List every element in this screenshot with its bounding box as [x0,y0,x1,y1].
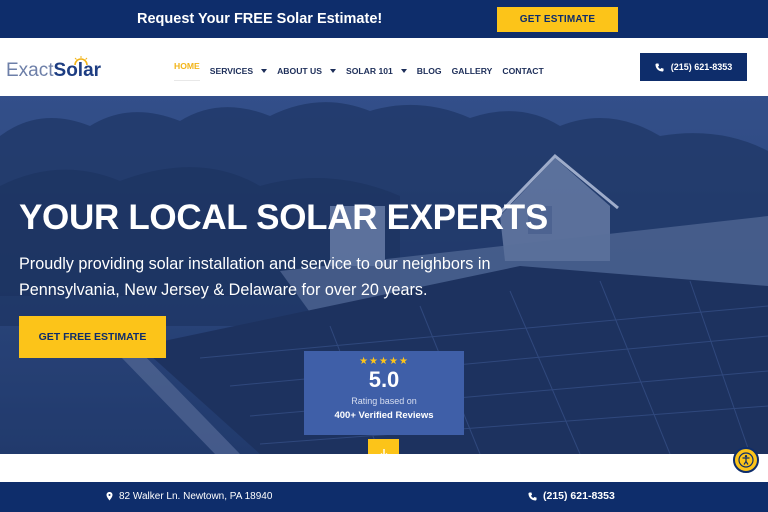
logo[interactable]: Exact Solar [6,54,101,82]
chevron-down-icon [400,69,407,73]
rating-score: 5.0 [368,367,400,392]
nav-blog[interactable]: BLOG [417,61,442,81]
nav-home-label: HOME [174,61,200,71]
nav-home[interactable]: HOME [174,61,200,81]
nav-blog-label: BLOG [416,66,442,76]
get-estimate-button[interactable]: GET ESTIMATE [497,7,618,32]
phone-icon [655,62,664,72]
content-band [0,454,768,482]
star-icon: ★★★★★ [359,356,409,367]
chevron-down-icon [261,69,268,73]
nav-gallery-label: GALLERY [451,66,493,76]
nav-about-us[interactable]: ABOUT US [277,61,336,81]
site-header: Exact Solar HOME SERVICES ABOUT US SOLAR… [0,38,768,96]
nav-solar-label: SOLAR 101 [345,66,393,76]
scroll-down-button[interactable] [368,439,399,454]
promo-bar: Request Your FREE Solar Estimate! GET ES… [0,0,768,38]
promo-text: Request Your FREE Solar Estimate! [137,11,383,27]
hero-subtitle: Proudly providing solar installation and… [19,255,491,299]
phone-icon [528,491,537,501]
get-free-estimate-button[interactable]: GET FREE ESTIMATE [19,316,166,358]
footer-contact-bar: 82 Walker Ln. Newtown, PA 18940 (215) 62… [0,482,768,512]
nav-solar-101[interactable]: SOLAR 101 [346,61,407,81]
location-pin-icon [106,492,113,501]
hero-title: YOUR LOCAL SOLAR EXPERTS [19,198,548,237]
accessibility-icon [738,452,754,468]
header-phone-number: (215) 621-8353 [670,62,733,72]
footer-phone[interactable]: (215) 621-8353 [528,490,615,502]
accessibility-button[interactable] [733,447,759,473]
nav-contact[interactable]: CONTACT [502,61,543,81]
nav-about-label: ABOUT US [277,66,322,76]
rating-label: Rating based on [351,396,417,406]
nav-gallery[interactable]: GALLERY [452,61,493,81]
footer-phone-number: (215) 621-8353 [543,490,615,502]
hero-section: YOUR LOCAL SOLAR EXPERTS Proudly providi… [0,96,768,454]
nav-services[interactable]: SERVICES [209,61,268,81]
footer-address-text: 82 Walker Ln. Newtown, PA 18940 [119,491,273,502]
nav-contact-label: CONTACT [502,66,544,76]
review-count: 400+ Verified Reviews [334,410,434,421]
main-nav: HOME SERVICES ABOUT US SOLAR 101 BLOG GA… [174,61,554,81]
sun-icon [73,56,88,66]
header-phone-button[interactable]: (215) 621-8353 [640,53,747,81]
nav-services-label: SERVICES [209,66,254,76]
footer-address[interactable]: 82 Walker Ln. Newtown, PA 18940 [106,491,272,502]
logo-text-solar: Solar [54,56,101,82]
chevron-down-icon [329,69,336,73]
logo-text-exact: Exact [6,60,54,81]
review-badge[interactable]: ★★★★★ 5.0 Rating based on 400+ Verified … [304,351,464,435]
